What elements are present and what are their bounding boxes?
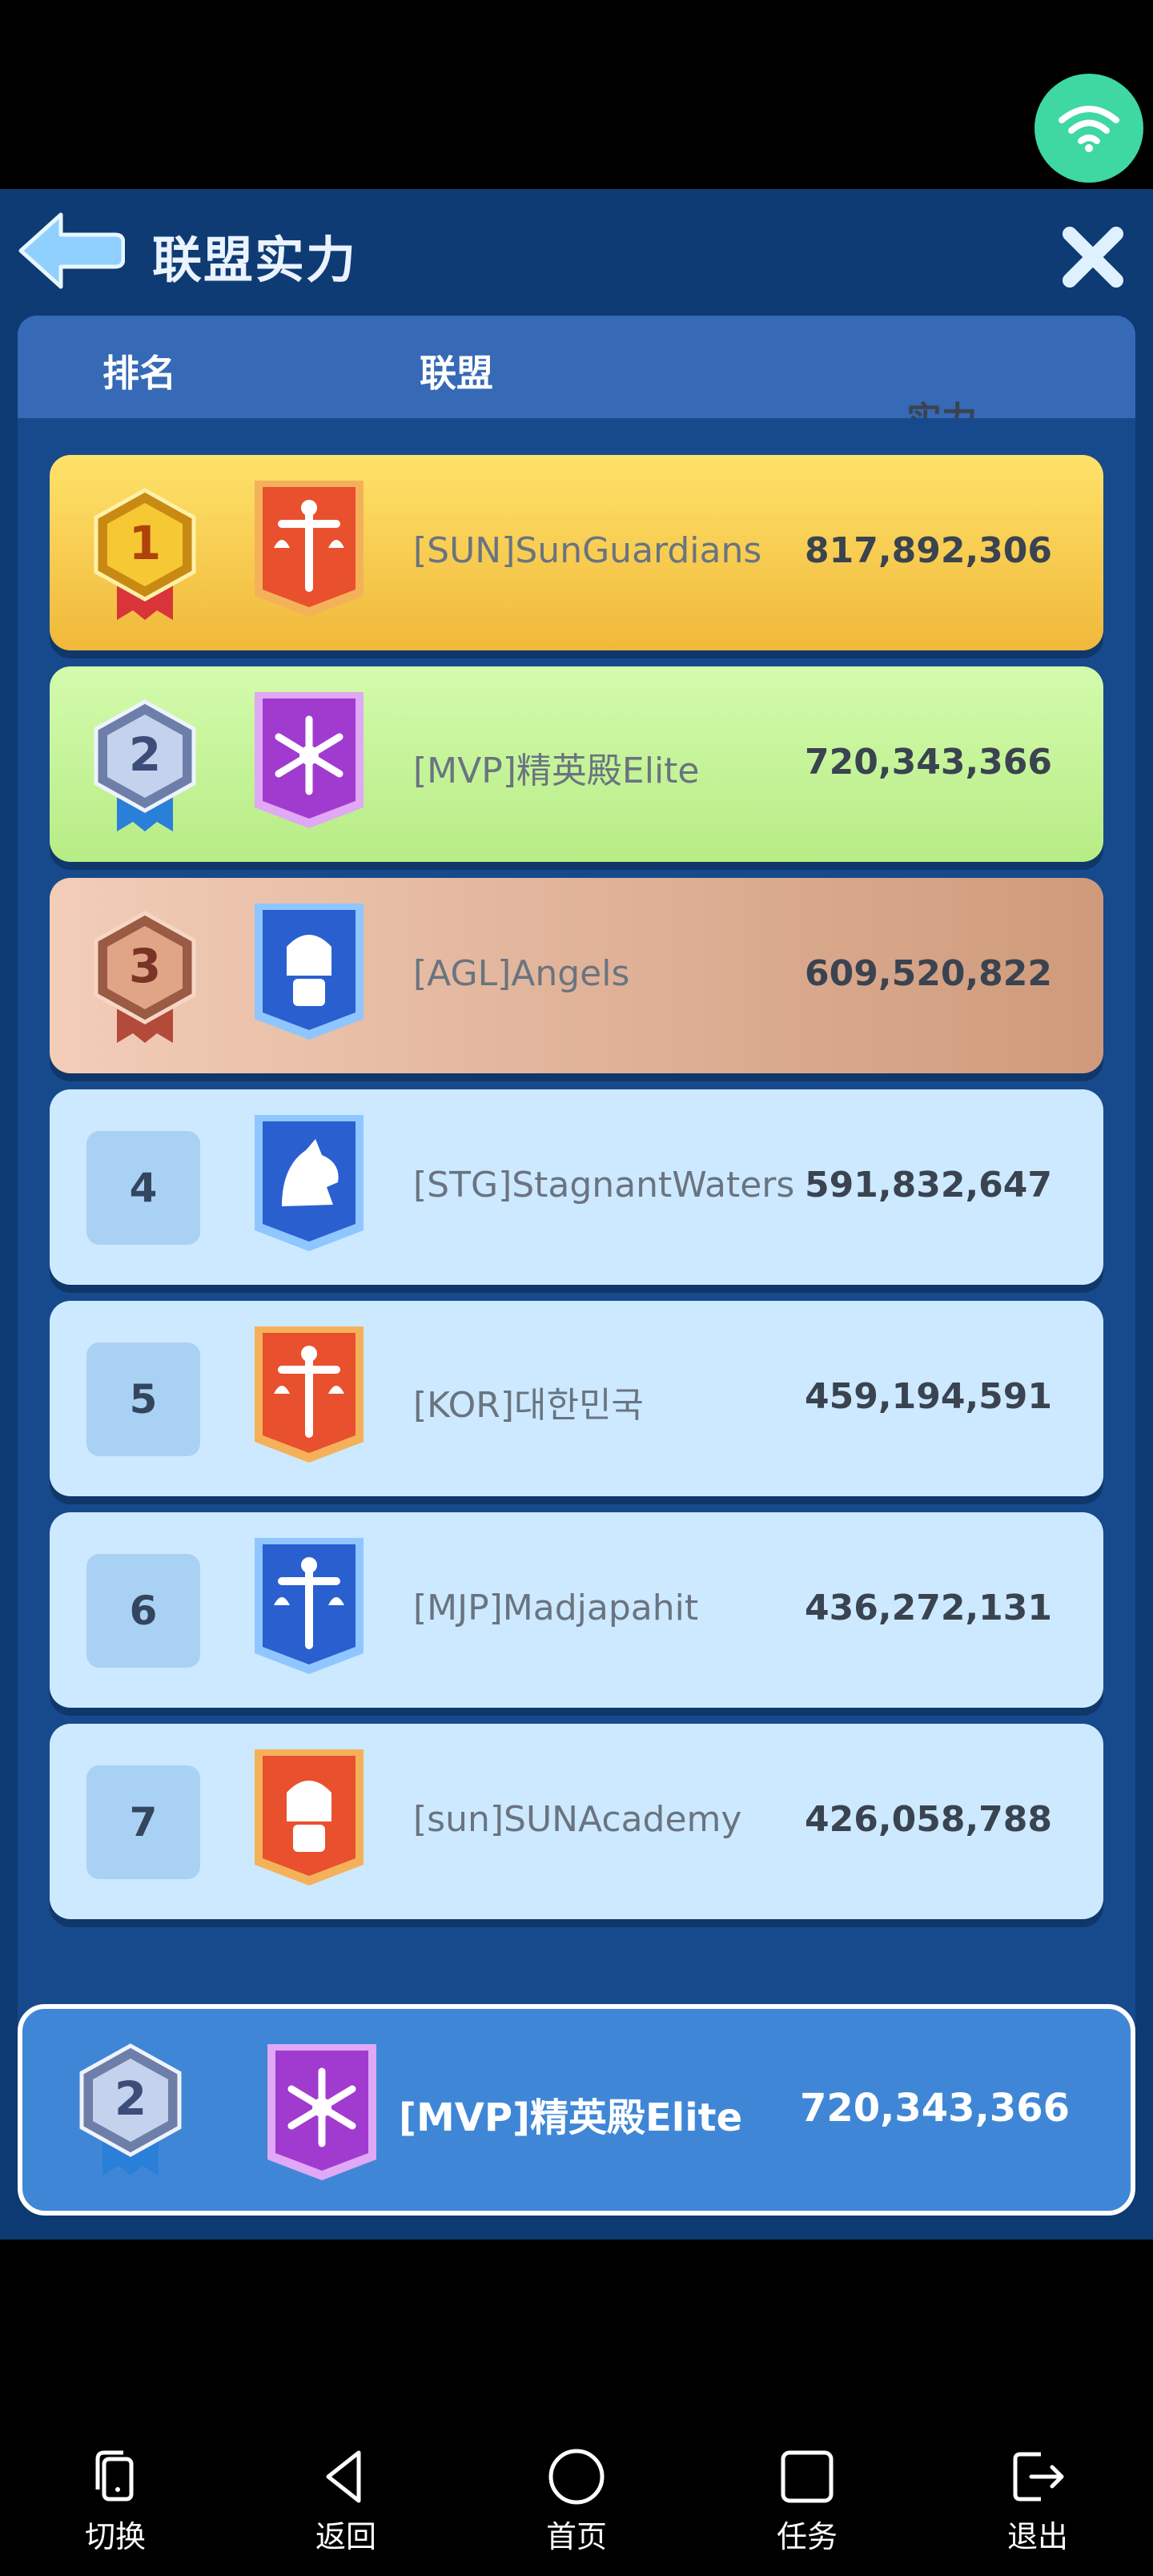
nav-switch-button[interactable]: 切换 — [51, 2448, 179, 2576]
alliance-name: [STG]StagnantWaters — [413, 1165, 795, 1205]
ranking-row[interactable]: 5 [KOR]대한민국 459,194,591 — [50, 1301, 1103, 1496]
alliance-name: [AGL]Angels — [413, 953, 630, 994]
tasks-square-icon — [781, 2450, 834, 2503]
nav-back-button[interactable]: 返回 — [282, 2448, 410, 2576]
rank-number: 7 — [86, 1765, 200, 1879]
alliance-power: 436,272,131 — [805, 1588, 1052, 1628]
alliance-name: [KOR]대한민국 — [413, 1385, 644, 1426]
ranking-row[interactable]: 7 [sun]SUNAcademy 426,058,788 — [50, 1724, 1103, 1919]
alliance-power: 426,058,788 — [805, 1799, 1052, 1840]
alliance-name: [SUN]SunGuardians — [413, 530, 762, 571]
status-bar — [0, 0, 1153, 189]
nav-label: 返回 — [315, 2519, 376, 2554]
alliance-name: [MJP]Madjapahit — [413, 1588, 699, 1628]
medal-number: 3 — [129, 939, 161, 993]
rank-number: 6 — [86, 1554, 200, 1668]
close-icon[interactable] — [1057, 221, 1129, 293]
nav-label: 退出 — [1006, 2519, 1068, 2554]
ranking-row[interactable]: 1 [SUN]SunGuardians 817,892,306 — [50, 455, 1103, 650]
snowflake-banner-icon — [255, 692, 364, 828]
gauntlet-banner-icon — [255, 1749, 364, 1886]
back-triangle-icon — [326, 2450, 361, 2503]
wifi-icon — [1059, 106, 1119, 152]
switch-device-icon — [95, 2450, 134, 2502]
rank-number: 5 — [86, 1342, 200, 1456]
silver-medal-icon: 2 — [79, 2043, 182, 2176]
nav-label: 任务 — [776, 2519, 838, 2554]
ranking-row[interactable]: 4 [STG]StagnantWaters 591,832,647 — [50, 1089, 1103, 1285]
alliance-power: 817,892,306 — [805, 530, 1052, 571]
alliance-power: 609,520,822 — [805, 953, 1052, 994]
title-bar: 联盟实力 — [0, 189, 1153, 314]
wolf-banner-icon — [255, 1115, 364, 1251]
medal-number: 2 — [114, 2071, 147, 2126]
my-alliance-row[interactable]: 2 [MVP]精英殿Elite 720,343,366 — [18, 2004, 1135, 2216]
wifi-float-button[interactable] — [1034, 74, 1143, 183]
gold-medal-icon: 1 — [94, 488, 196, 620]
rank-column-header: 排名 — [102, 352, 176, 395]
bottom-nav-bar: 切换 返回 首页 任务 退出 — [0, 2240, 1153, 2576]
nav-label: 首页 — [545, 2519, 607, 2554]
gauntlet-banner-icon — [255, 904, 364, 1040]
exit-icon — [1013, 2452, 1064, 2502]
alliance-power: 459,194,591 — [805, 1376, 1052, 1417]
ranking-row[interactable]: 3 [AGL]Angels 609,520,822 — [50, 878, 1103, 1073]
alliance-power-screen: 联盟实力 排名 联盟 实力 1 — [0, 189, 1153, 2240]
nav-home-button[interactable]: 首页 — [512, 2448, 641, 2576]
silver-medal-icon: 2 — [94, 699, 196, 831]
my-alliance-name: [MVP]精英殿Elite — [399, 2095, 743, 2140]
alliance-power: 591,832,647 — [805, 1165, 1052, 1205]
alliance-name: [MVP]精英殿Elite — [413, 751, 700, 791]
home-circle-icon — [548, 2449, 605, 2505]
alliance-column-header: 联盟 — [420, 352, 493, 395]
snowflake-banner-icon — [267, 2044, 376, 2180]
medal-number: 1 — [129, 516, 161, 570]
my-alliance-power: 720,343,366 — [799, 2086, 1070, 2131]
ranking-row[interactable]: 2 [MVP]精英殿Elite 720,343,366 — [50, 666, 1103, 862]
table-header: 排名 联盟 实力 — [18, 316, 1135, 441]
page-title: 联盟实力 — [152, 231, 358, 289]
back-arrow-icon[interactable] — [13, 207, 125, 295]
medal-number: 2 — [129, 727, 161, 782]
alliance-power: 720,343,366 — [805, 742, 1052, 783]
ranking-row[interactable]: 6 [MJP]Madjapahit 436,272,131 — [50, 1512, 1103, 1708]
sword-scales-banner-icon — [255, 1326, 364, 1463]
nav-exit-button[interactable]: 退出 — [974, 2448, 1102, 2576]
sword-scales-banner-icon — [255, 481, 364, 617]
alliance-name: [sun]SUNAcademy — [413, 1799, 742, 1840]
nav-tasks-button[interactable]: 任务 — [743, 2448, 871, 2576]
sword-scales-banner-icon — [255, 1538, 364, 1674]
bronze-medal-icon: 3 — [94, 911, 196, 1043]
nav-label: 切换 — [84, 2519, 146, 2554]
ranking-list[interactable]: 1 [SUN]SunGuardians 817,892,306 2 [MVP]精… — [18, 418, 1135, 2166]
ranking-table: 排名 联盟 实力 1 [SUN]SunGu — [18, 316, 1135, 2166]
rank-number: 4 — [86, 1131, 200, 1245]
